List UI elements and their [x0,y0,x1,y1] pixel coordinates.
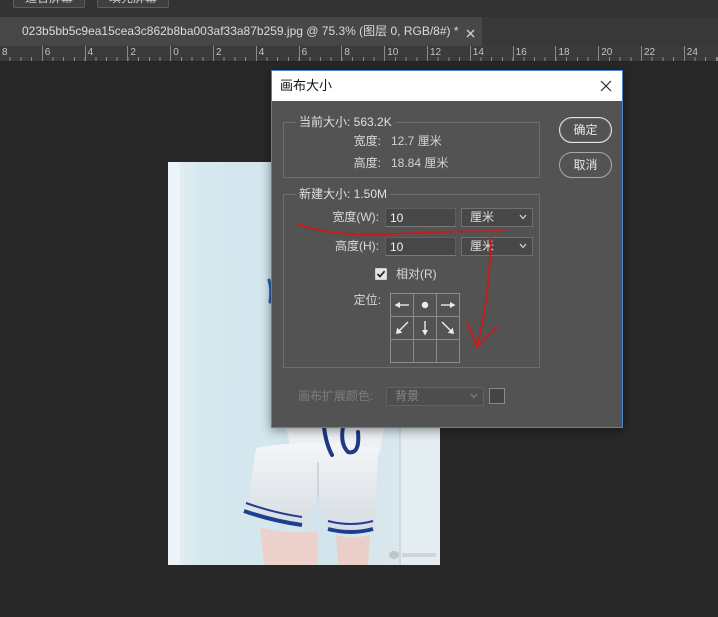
anchor-cell-bottom-right[interactable] [437,340,459,362]
ruler-label: 24 [686,47,698,58]
anchor-grid [390,293,460,363]
new-size-legend: 新建大小: 1.50M [296,187,391,201]
anchor-dot-icon [421,301,429,309]
height-label: 高度(H): [335,239,379,253]
ruler-major-tick [469,46,471,61]
height-unit-select[interactable]: 厘米 [461,237,533,256]
height-input[interactable] [385,237,456,256]
document-tab-title: 023b5bb5c9ea15cea3c862b8ba003af33a87b259… [22,24,459,38]
anchor-cell-middle-center[interactable] [414,317,436,339]
chevron-down-icon [519,214,527,220]
extension-color-value: 背景 [395,389,420,403]
ruler-major-tick [41,46,43,61]
width-input[interactable] [385,208,456,227]
cancel-button[interactable]: 取消 [559,152,612,178]
current-width-value: 12.7 厘米 [391,134,442,148]
ruler-label: 18 [558,47,570,58]
new-size-group: 新建大小: 1.50M 宽度(W): 厘米 高度(H): 厘米 相对(R) 定位… [283,187,540,368]
dialog-title: 画布大小 [280,78,333,93]
ruler-label: 6 [301,47,308,58]
ruler-label: 4 [87,47,94,58]
ruler-major-tick [384,46,386,61]
anchor-label: 定位: [353,293,381,307]
ruler-major-tick [512,46,514,61]
canvas-size-dialog: 画布大小 当前大小: 563.2K 宽度: 12.7 厘米 高度: 18.84 … [271,70,623,428]
anchor-cell-middle-right[interactable] [437,317,459,339]
ruler-major-tick [641,46,642,61]
ruler-label: 4 [258,47,265,58]
ruler-major-tick [427,46,428,61]
ruler-label: 22 [644,47,656,58]
arrow-down-left-icon [396,321,409,334]
ruler-label: 8 [2,47,8,58]
arrow-right-icon [441,302,456,308]
dialog-title-bar[interactable]: 画布大小 [272,71,622,101]
current-height-value: 18.84 厘米 [391,156,449,170]
ruler-label: 6 [44,47,51,58]
ruler-major-tick [683,46,685,61]
ruler-label: 20 [601,47,613,58]
checkmark-icon [376,270,386,278]
ruler-label: 2 [130,47,136,58]
document-tab-bar: 023b5bb5c9ea15cea3c862b8ba003af33a87b259… [0,17,718,46]
arrow-down-right-icon [441,321,454,334]
extension-color-label: 画布扩展颜色: [298,389,374,403]
current-height-label: 高度: [353,156,381,170]
options-bar: 适合屏幕 填充屏幕 [0,0,718,17]
ruler-major-tick [213,46,214,61]
width-label: 宽度(W): [332,210,379,224]
fill-screen-button[interactable]: 填充屏幕 [97,0,169,8]
ruler-label: 8 [344,47,350,58]
ruler-label: 12 [430,47,442,58]
ruler-label: 2 [216,47,222,58]
anchor-cell-top-right[interactable] [437,294,459,316]
arrow-left-icon [394,302,409,308]
width-unit-select[interactable]: 厘米 [461,208,533,227]
ruler-major-tick [341,46,343,61]
extension-color-swatch[interactable] [489,388,505,404]
anchor-cell-bottom-left[interactable] [391,340,413,362]
ruler-major-tick [127,46,129,61]
ruler-major-tick [170,46,172,61]
current-width-label: 宽度: [353,134,381,148]
anchor-cell-bottom-center[interactable] [414,340,436,362]
ruler-major-tick [298,46,300,61]
ruler-label: 0 [173,47,179,58]
relative-checkbox[interactable] [375,268,387,280]
chevron-down-icon [470,393,478,399]
horizontal-ruler[interactable]: 8 6 4 2 0 2 4 6 8 10 12 14 16 18 20 22 24 [0,46,718,62]
ruler-label: 10 [387,47,399,58]
height-unit-value: 厘米 [470,239,495,253]
arrow-down-icon [422,321,428,336]
ruler-major-tick [255,46,257,61]
anchor-cell-top-left[interactable] [391,294,413,316]
current-size-legend: 当前大小: 563.2K [296,115,395,129]
ruler-label: 14 [472,47,484,58]
relative-label[interactable]: 相对(R) [396,267,437,281]
fit-screen-button[interactable]: 适合屏幕 [13,0,85,8]
ruler-label: 16 [515,47,527,58]
close-icon[interactable] [600,80,612,92]
chevron-down-icon [519,243,527,249]
document-tab[interactable]: 023b5bb5c9ea15cea3c862b8ba003af33a87b259… [0,17,482,46]
ruler-major-tick [555,46,557,61]
extension-color-select[interactable]: 背景 [386,387,484,406]
close-icon[interactable] [466,27,475,38]
current-size-group: 当前大小: 563.2K 宽度: 12.7 厘米 高度: 18.84 厘米 [283,115,540,178]
width-unit-value: 厘米 [470,210,495,224]
ruler-major-tick [84,46,86,61]
anchor-cell-top-center[interactable] [414,294,436,316]
ok-button[interactable]: 确定 [559,117,612,143]
anchor-cell-middle-left[interactable] [391,317,413,339]
ruler-major-tick [598,46,600,61]
